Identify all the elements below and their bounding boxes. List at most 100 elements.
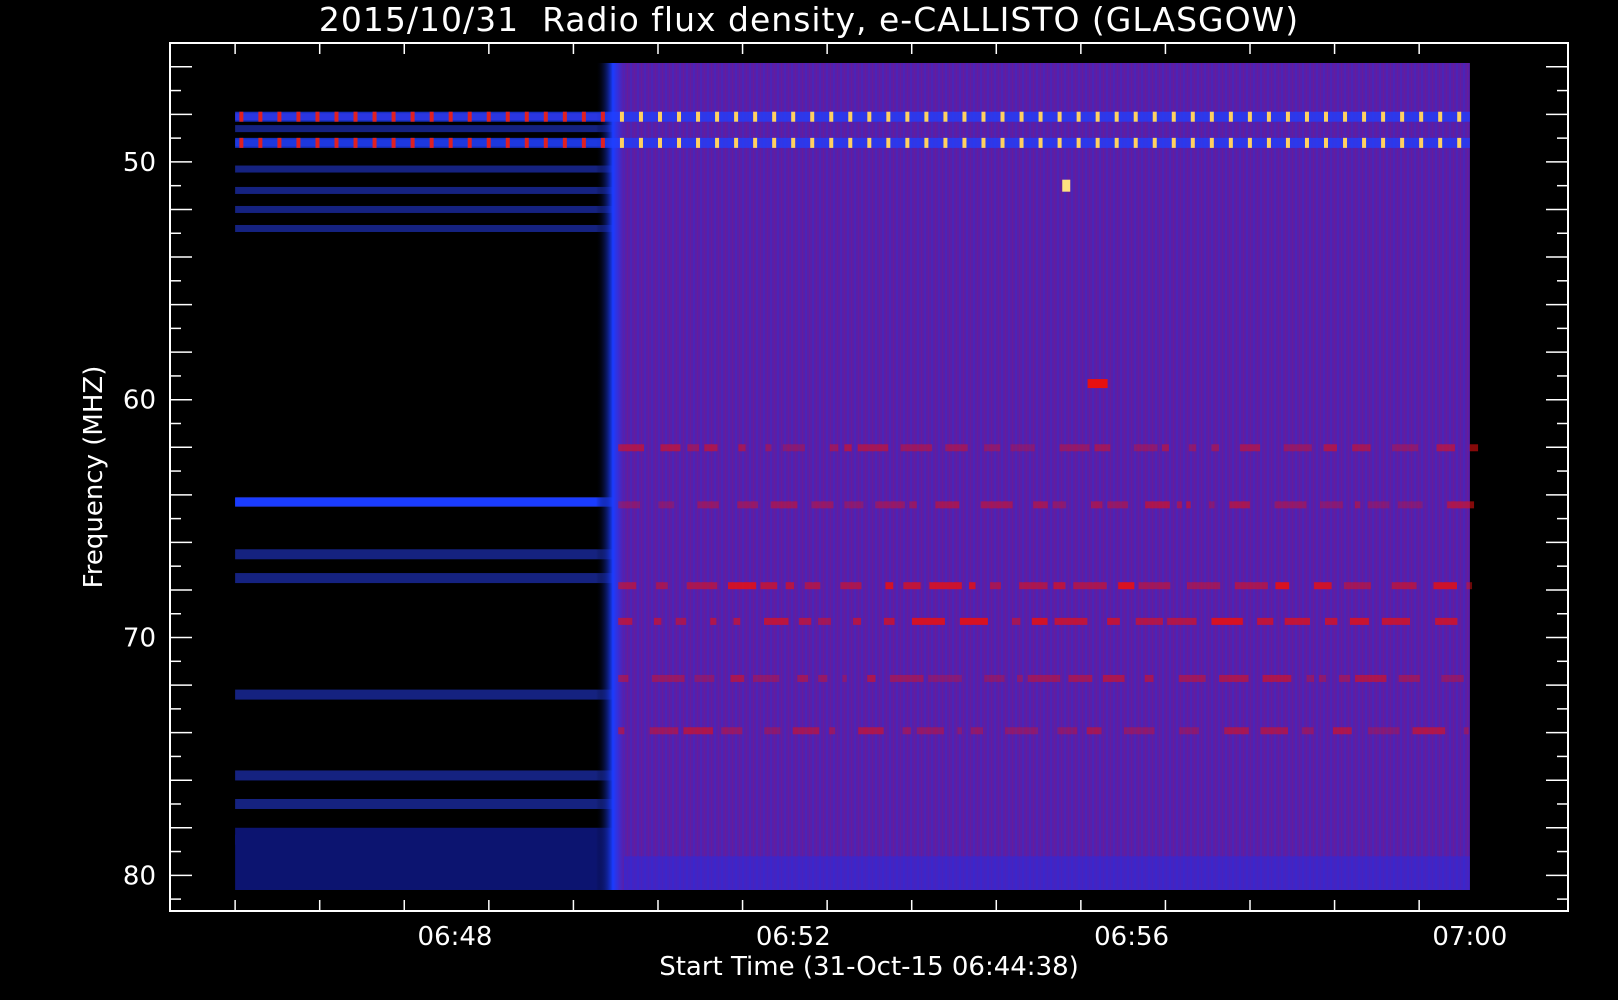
rfi-dash <box>277 111 282 122</box>
rfi-dash <box>962 111 967 122</box>
rfi-dash <box>1362 137 1367 148</box>
rfi-dash <box>1152 111 1157 122</box>
rfi-segment <box>770 501 798 509</box>
rfi-dash <box>410 111 415 122</box>
rfi-dash <box>1400 111 1405 122</box>
rfi-dash <box>1095 111 1100 122</box>
rfi-segment <box>1145 501 1170 509</box>
rfi-dash <box>429 111 434 122</box>
off-band <box>235 573 615 584</box>
rfi-segment <box>737 501 759 509</box>
rfi-segment <box>844 444 852 452</box>
rfi-segment <box>704 444 718 452</box>
rfi-dash <box>677 137 682 148</box>
rfi-dash <box>505 111 510 122</box>
rfi-segment <box>903 582 921 590</box>
rfi-segment <box>945 444 968 452</box>
rfi-dash <box>619 111 624 122</box>
rfi-segment <box>618 617 633 625</box>
rfi-dash <box>562 137 567 148</box>
rfi-segment <box>785 582 795 590</box>
rfi-dash <box>696 111 701 122</box>
rfi-segment <box>1466 582 1473 590</box>
rfi-dash <box>391 137 396 148</box>
rfi-segment <box>1433 582 1458 590</box>
rfi-segment <box>1208 501 1215 509</box>
x-tick-label: 06:56 <box>1094 922 1169 952</box>
rfi-dash <box>1438 137 1443 148</box>
rfi-segment <box>844 501 864 509</box>
rfi-dash <box>1133 111 1138 122</box>
rfi-segment <box>959 617 988 625</box>
rfi-segment <box>694 674 715 682</box>
rfi-segment <box>1010 444 1035 452</box>
plot-area <box>235 63 1479 890</box>
rfi-segment <box>1391 582 1417 590</box>
rfi-dash <box>1381 111 1386 122</box>
rfi-segment <box>1469 444 1479 452</box>
rfi-segment <box>853 617 862 625</box>
rfi-segment <box>1275 582 1290 590</box>
rfi-segment <box>1186 501 1191 509</box>
rfi-dash <box>372 111 377 122</box>
rfi-dash <box>715 111 720 122</box>
rfi-dash <box>810 137 815 148</box>
rfi-dash <box>1209 111 1214 122</box>
rfi-segment <box>829 444 839 452</box>
off-band <box>235 770 615 781</box>
rfi-segment <box>1188 444 1197 452</box>
rfi-segment <box>1234 582 1268 590</box>
rfi-dash <box>1247 137 1252 148</box>
rfi-dash <box>886 111 891 122</box>
rfi-dash <box>1285 111 1290 122</box>
rfi-segment <box>818 617 831 625</box>
rfi-dash <box>1095 137 1100 148</box>
rfi-dash <box>867 111 872 122</box>
rfi-dash <box>1266 137 1271 148</box>
rfi-segment <box>1320 501 1343 509</box>
rfi-segment <box>811 501 834 509</box>
rfi-dash <box>334 111 339 122</box>
rfi-dash <box>657 137 662 148</box>
rfi-dash <box>715 137 720 148</box>
rfi-dash <box>867 137 872 148</box>
rfi-dash <box>1076 111 1081 122</box>
rfi-segment <box>651 674 685 682</box>
rfi-dash <box>562 111 567 122</box>
rfi-dash <box>1228 111 1233 122</box>
rfi-segment <box>1319 674 1327 682</box>
rfi-dash <box>467 111 472 122</box>
rfi-segment <box>1441 674 1464 682</box>
rfi-segment <box>1392 444 1419 452</box>
rfi-dash <box>1114 137 1119 148</box>
rfi-segment <box>1301 727 1314 735</box>
rfi-dash <box>1171 111 1176 122</box>
rfi-segment <box>818 674 828 682</box>
rfi-segment <box>1144 674 1154 682</box>
rfi-segment <box>738 444 746 452</box>
rfi-dash <box>1057 137 1062 148</box>
rfi-segment <box>1019 582 1048 590</box>
rfi-segment <box>1435 617 1458 625</box>
rfi-dash <box>391 111 396 122</box>
rfi-segment <box>658 501 675 509</box>
x-tick-label: 06:52 <box>756 922 831 952</box>
rfi-dash <box>1304 111 1309 122</box>
rfi-segment <box>842 674 847 682</box>
rfi-segment <box>1463 727 1469 735</box>
rfi-dash <box>1343 111 1348 122</box>
rfi-dash <box>848 111 853 122</box>
spectrogram-chart: 06:48 06:52 06:56 07:00 50 60 70 80 Start Time … <box>79 42 1569 982</box>
rfi-dash <box>638 137 643 148</box>
rfi-dash <box>429 137 434 148</box>
rfi-dash <box>1190 111 1195 122</box>
rfi-segment <box>1138 582 1171 590</box>
rfi-dash <box>486 137 491 148</box>
rfi-band-base <box>235 137 1470 148</box>
rfi-dash <box>943 137 948 148</box>
rfi-segment <box>1349 617 1369 625</box>
off-band <box>235 125 615 133</box>
rfi-segment <box>1123 727 1155 735</box>
rfi-segment <box>1262 674 1292 682</box>
rfi-segment <box>649 727 679 735</box>
